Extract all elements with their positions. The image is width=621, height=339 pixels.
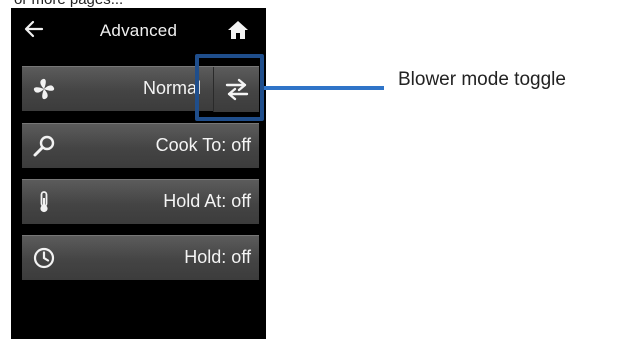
hold-label: Hold: off	[184, 247, 251, 267]
hold-at-row[interactable]: Hold At: off	[22, 179, 259, 224]
blower-mode-label: Normal	[142, 78, 201, 98]
clock-icon	[33, 247, 55, 269]
hold-row[interactable]: Hold: off	[22, 235, 259, 280]
thermometer-icon	[40, 191, 48, 213]
fan-icon	[33, 78, 55, 100]
cook-to-label: Cook To: off	[155, 135, 251, 155]
cook-to-row[interactable]: Cook To: off	[22, 123, 259, 168]
hold-at-label: Hold At: off	[163, 191, 251, 211]
toggle-highlight-box	[195, 54, 264, 121]
home-icon[interactable]	[227, 20, 249, 40]
callout-label: Blower mode toggle	[398, 69, 566, 90]
header-bar: Advanced	[11, 8, 266, 52]
callout-leader-line	[264, 86, 384, 90]
probe-icon	[33, 135, 55, 157]
